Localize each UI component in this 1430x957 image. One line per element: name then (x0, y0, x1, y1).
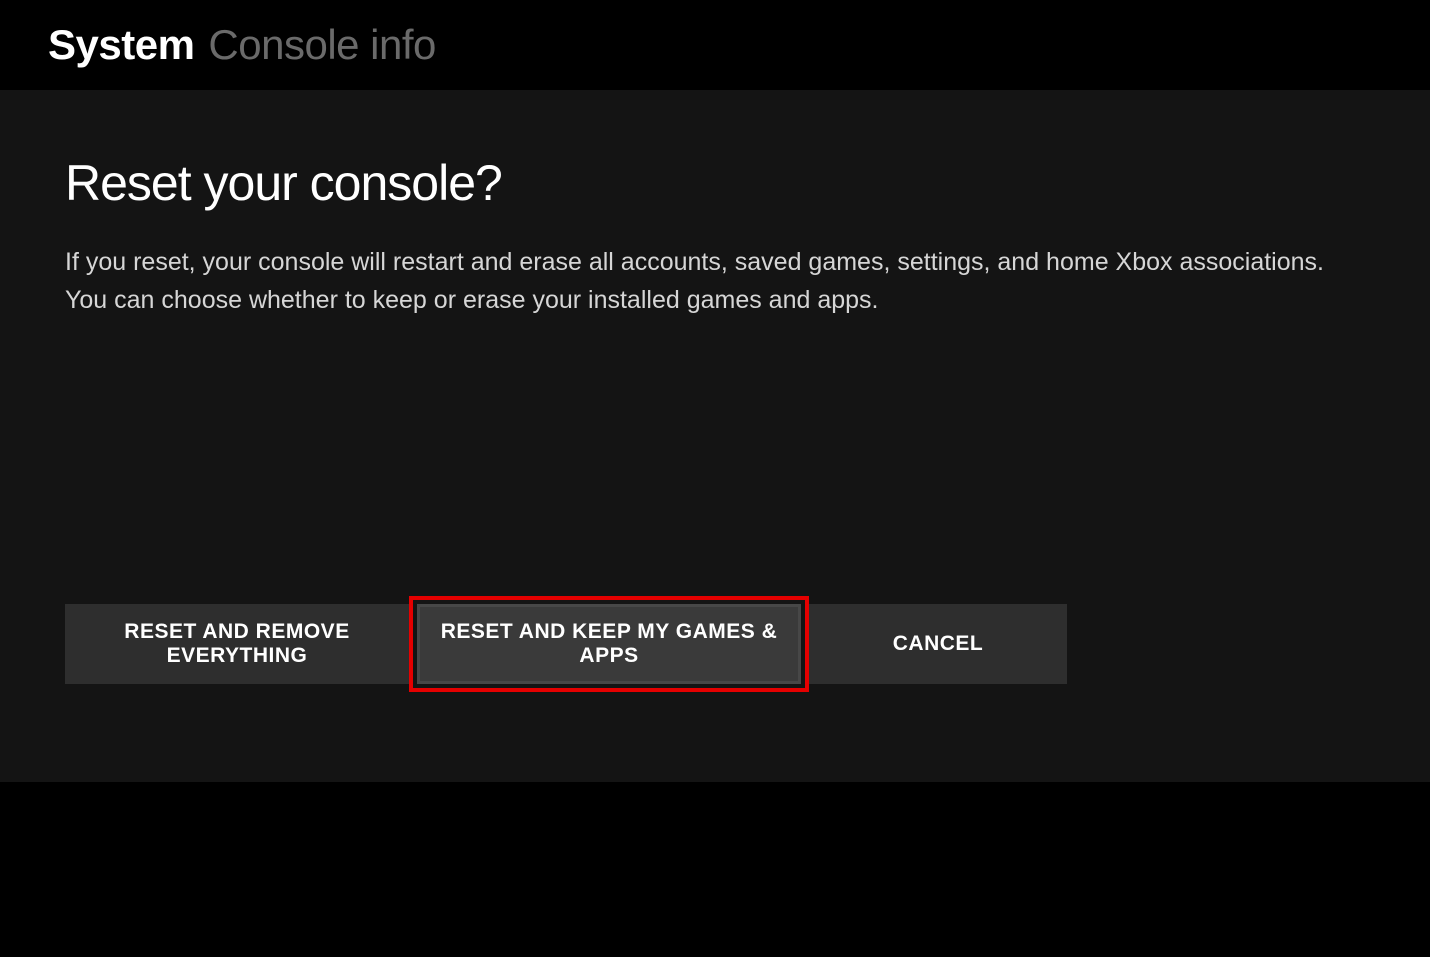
dialog-panel: Reset your console? If you reset, your c… (0, 90, 1430, 782)
reset-remove-everything-button[interactable]: RESET AND REMOVE EVERYTHING (65, 604, 409, 684)
cancel-button[interactable]: CANCEL (809, 604, 1067, 684)
breadcrumb: System Console info (0, 0, 1430, 90)
reset-keep-games-apps-button[interactable]: RESET AND KEEP MY GAMES & APPS (417, 604, 801, 684)
bottom-spacer (0, 782, 1430, 957)
dialog-description: If you reset, your console will restart … (65, 244, 1325, 319)
button-row: RESET AND REMOVE EVERYTHING RESET AND KE… (65, 604, 1067, 684)
breadcrumb-secondary: Console info (208, 21, 435, 69)
dialog-title: Reset your console? (65, 154, 1365, 212)
breadcrumb-primary: System (48, 21, 194, 69)
